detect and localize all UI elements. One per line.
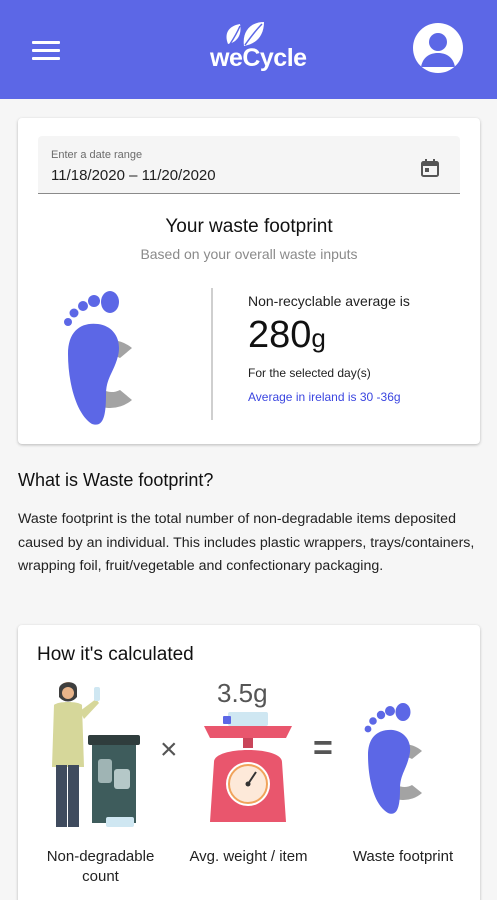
period-note: For the selected day(s) [248, 366, 371, 380]
caption-count: Non-degradable count [46, 848, 155, 885]
footprint-subtitle: Based on your overall waste inputs [140, 246, 358, 262]
equals-symbol: = [313, 729, 333, 767]
footprint-card: Enter a date range 11/18/2020 – 11/20/20… [18, 118, 480, 444]
info-heading: What is Waste footprint? [18, 470, 214, 490]
app-bar: weCycle [0, 0, 497, 99]
vertical-divider [211, 288, 213, 420]
calendar-icon[interactable] [420, 158, 440, 178]
average-weight-value: 3.5g [217, 678, 268, 708]
weighing-scale-illustration [204, 712, 292, 822]
multiply-symbol: × [160, 733, 178, 766]
ireland-average-link[interactable]: Average in ireland is 30 -36g [248, 390, 401, 404]
footprint-unit: g [311, 323, 326, 353]
person-with-bin-illustration [52, 682, 140, 827]
non-recyclable-label: Non-recyclable average is [248, 293, 410, 309]
footprint-number: 280 [248, 314, 312, 356]
caption-footprint: Waste footprint [352, 848, 454, 865]
date-range-value[interactable]: 11/18/2020 – 11/20/2020 [51, 167, 216, 184]
logo-text: weCycle [210, 44, 307, 72]
footprint-title: Your waste footprint [165, 216, 333, 237]
app-logo: weCycle [210, 18, 320, 78]
footprint-result-icon [364, 703, 422, 814]
calculation-title: How it's calculated [37, 644, 194, 665]
account-circle-icon[interactable] [413, 23, 463, 73]
calculation-card: How it's calculated × 3.5g = Non-degrada… [18, 625, 480, 900]
date-range-field[interactable]: Enter a date range 11/18/2020 – 11/20/20… [38, 136, 460, 194]
hamburger-menu-icon[interactable] [30, 38, 64, 64]
info-body: Waste footprint is the total number of n… [18, 511, 475, 574]
caption-weight: Avg. weight / item [189, 848, 308, 865]
footprint-logo-icon [64, 291, 132, 425]
date-range-label: Enter a date range [51, 149, 143, 161]
non-recyclable-value: 280g [248, 314, 326, 357]
